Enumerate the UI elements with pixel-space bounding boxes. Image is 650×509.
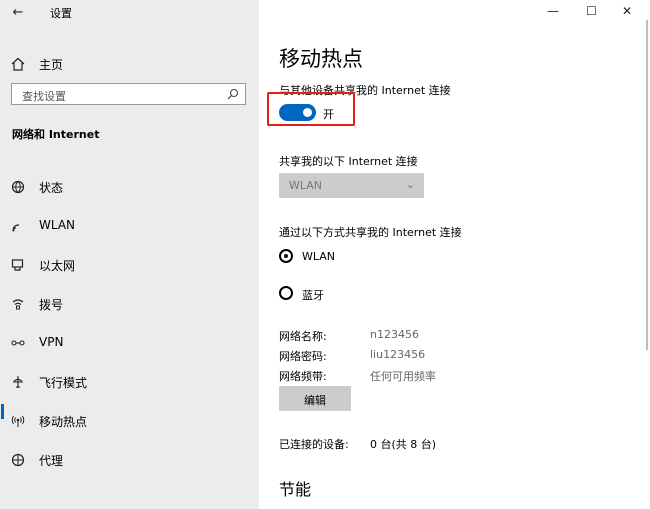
window-title: 设置 xyxy=(50,7,72,20)
vpn-icon xyxy=(10,335,26,351)
sidebar-item-proxy[interactable]: 代理 xyxy=(0,441,259,479)
chevron-down-icon: ⌄ xyxy=(405,178,415,191)
sidebar-item-label: 拨号 xyxy=(39,298,64,312)
share-from-select[interactable]: WLAN ⌄ xyxy=(279,173,424,198)
share-from-label: 共享我的以下 Internet 连接 xyxy=(279,155,418,168)
network-band-value: 任何可用频率 xyxy=(370,370,436,383)
search-placeholder: 查找设置 xyxy=(22,90,66,103)
ethernet-icon xyxy=(10,257,26,273)
sidebar-item-dialup[interactable]: 拨号 xyxy=(0,285,259,323)
scrollbar[interactable] xyxy=(646,20,648,350)
sidebar-item-wlan[interactable]: WLAN xyxy=(0,207,259,245)
maximize-button[interactable]: ☐ xyxy=(586,4,597,18)
sidebar-item-label: VPN xyxy=(39,335,64,349)
hotspot-icon xyxy=(10,413,26,429)
sidebar-item-hotspot[interactable]: 移动热点 xyxy=(0,402,259,440)
highlight-box xyxy=(267,92,355,126)
network-band-label: 网络频带: xyxy=(279,370,327,383)
back-arrow-icon[interactable]: ← xyxy=(10,4,26,20)
airplane-icon xyxy=(10,374,26,390)
sidebar: ← 设置 主页 查找设置 网络和 Internet 状态 WLAN 以太网 拨号… xyxy=(0,0,259,509)
search-icon[interactable] xyxy=(225,86,241,102)
sidebar-item-label: 移动热点 xyxy=(39,415,88,429)
sidebar-item-label: 主页 xyxy=(39,58,64,72)
radio-bluetooth-label: 蓝牙 xyxy=(302,289,324,302)
sidebar-item-label: WLAN xyxy=(39,218,76,232)
search-input[interactable]: 查找设置 xyxy=(11,83,246,105)
connected-devices-value: 0 台(共 8 台) xyxy=(370,438,437,451)
wlan-icon xyxy=(10,218,26,234)
radio-bluetooth[interactable] xyxy=(279,286,293,300)
section-title: 网络和 Internet xyxy=(12,128,100,141)
sidebar-item-vpn[interactable]: VPN xyxy=(0,324,259,362)
proxy-icon xyxy=(10,452,26,468)
close-button[interactable]: ✕ xyxy=(622,4,632,18)
page-title: 移动热点 xyxy=(279,47,363,71)
network-password-value: liu123456 xyxy=(370,348,426,361)
connected-devices-label: 已连接的设备: xyxy=(279,438,349,451)
sidebar-item-airplane[interactable]: 飞行模式 xyxy=(0,363,259,401)
sidebar-item-home[interactable]: 主页 xyxy=(0,45,259,83)
sidebar-item-ethernet[interactable]: 以太网 xyxy=(0,246,259,284)
sidebar-item-status[interactable]: 状态 xyxy=(0,168,259,206)
sidebar-item-label: 代理 xyxy=(39,454,64,468)
edit-button-label: 编辑 xyxy=(304,394,326,407)
energy-section-title: 节能 xyxy=(279,480,312,499)
select-value: WLAN xyxy=(289,179,323,192)
home-icon xyxy=(10,56,26,72)
network-password-label: 网络密码: xyxy=(279,350,327,363)
sidebar-item-label: 以太网 xyxy=(39,259,76,273)
status-icon xyxy=(10,179,26,195)
minimize-button[interactable]: — xyxy=(547,4,559,18)
edit-button[interactable]: 编辑 xyxy=(279,386,351,411)
dialup-icon xyxy=(10,296,26,312)
sidebar-item-label: 状态 xyxy=(39,181,64,195)
radio-wlan-label: WLAN xyxy=(302,250,336,263)
sidebar-item-label: 飞行模式 xyxy=(39,376,88,390)
share-over-label: 通过以下方式共享我的 Internet 连接 xyxy=(279,226,462,239)
radio-wlan[interactable] xyxy=(279,249,293,263)
network-name-value: n123456 xyxy=(370,328,419,341)
selected-indicator xyxy=(1,404,4,419)
network-name-label: 网络名称: xyxy=(279,330,327,343)
